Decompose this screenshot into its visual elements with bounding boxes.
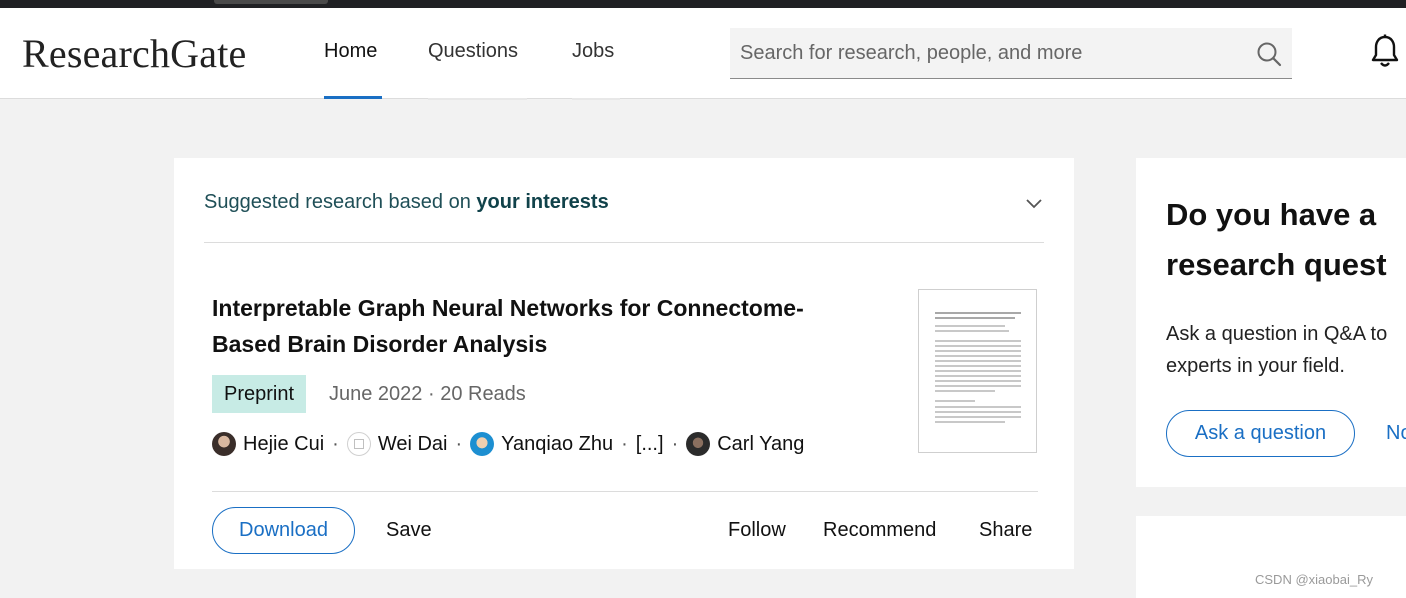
- save-button[interactable]: Save: [386, 519, 432, 542]
- download-button[interactable]: Download: [212, 507, 355, 554]
- description-line: experts in your field.: [1166, 355, 1345, 377]
- author-avatar[interactable]: [212, 432, 236, 456]
- more-authors-button[interactable]: [...]: [636, 433, 664, 456]
- divider: [204, 242, 1044, 243]
- publication-thumbnail[interactable]: [918, 289, 1037, 453]
- heading-line: research quest: [1166, 247, 1387, 282]
- author-name[interactable]: Hejie Cui: [243, 433, 324, 456]
- thumbnail-line: [935, 317, 1015, 319]
- nav-questions[interactable]: Questions: [428, 40, 518, 63]
- thumbnail-line: [935, 380, 1021, 382]
- author-avatar[interactable]: [470, 432, 495, 456]
- author-name[interactable]: Yanqiao Zhu: [501, 433, 613, 456]
- thumbnail-line: [935, 406, 1021, 408]
- thumbnail-line: [935, 385, 1021, 387]
- chevron-down-icon[interactable]: [1026, 196, 1042, 214]
- thumbnail-line: [935, 416, 1021, 418]
- suggest-prefix: Suggested research based on: [204, 191, 477, 213]
- search-icon[interactable]: [1256, 41, 1282, 72]
- thumbnail-line: [935, 411, 1021, 413]
- author-avatar[interactable]: [686, 432, 711, 456]
- preprint-badge: Preprint: [212, 375, 307, 413]
- author-name[interactable]: Wei Dai: [378, 433, 448, 456]
- browser-tab[interactable]: [214, 0, 328, 4]
- thumbnail-line: [935, 330, 1009, 332]
- thumbnail-line: [935, 325, 1005, 327]
- ask-question-button[interactable]: Ask a question: [1166, 410, 1355, 457]
- thumbnail-line: [935, 355, 1021, 357]
- ask-question-description: Ask a question in Q&A to experts in your…: [1166, 318, 1406, 382]
- top-navbar: ResearchGate Home Questions Jobs: [0, 8, 1406, 100]
- logo[interactable]: ResearchGate: [22, 30, 247, 77]
- author-separator: ·: [621, 432, 628, 455]
- thumbnail-line: [935, 345, 1021, 347]
- thumbnail-line: [935, 365, 1021, 367]
- author-separator: ·: [671, 432, 679, 455]
- heading-line: Do you have a: [1166, 197, 1377, 232]
- active-nav-indicator: [324, 96, 382, 99]
- suggested-research-header: Suggested research based on your interes…: [204, 191, 609, 214]
- share-button[interactable]: Share: [979, 519, 1032, 542]
- author-separator: ·: [332, 432, 339, 455]
- author-avatar-placeholder[interactable]: [346, 432, 371, 456]
- thumbnail-line: [935, 370, 1021, 372]
- thumbnail-line: [935, 360, 1021, 362]
- suggested-research-card: Suggested research based on your interes…: [174, 158, 1074, 569]
- thumbnail-line: [935, 340, 1021, 342]
- nav-jobs[interactable]: Jobs: [572, 40, 614, 63]
- your-interests-link[interactable]: your interests: [476, 191, 608, 213]
- thumbnail-line: [935, 390, 995, 392]
- thumbnail-line: [935, 421, 1005, 423]
- nav-hover-trace: [428, 98, 527, 100]
- publication-title[interactable]: Interpretable Graph Neural Networks for …: [212, 290, 872, 362]
- search-input[interactable]: [740, 28, 1240, 79]
- nav-home[interactable]: Home: [324, 40, 377, 63]
- author-name[interactable]: Carl Yang: [717, 433, 804, 456]
- notifications-bell-icon[interactable]: [1370, 34, 1400, 75]
- ask-question-heading: Do you have a research quest: [1166, 190, 1406, 290]
- recommend-button[interactable]: Recommend: [823, 519, 936, 542]
- ask-question-card: Do you have a research quest Ask a quest…: [1136, 158, 1406, 487]
- secondary-link[interactable]: No: [1386, 422, 1406, 445]
- thumbnail-line: [935, 350, 1021, 352]
- watermark: CSDN @xiaobai_Ry: [1255, 572, 1373, 587]
- nav-hover-trace: [572, 98, 620, 100]
- search-bar[interactable]: [730, 28, 1292, 79]
- browser-top-strip: [0, 0, 1406, 8]
- description-line: Ask a question in Q&A to: [1166, 323, 1388, 345]
- publication-meta: June 2022 · 20 Reads: [329, 383, 526, 405]
- author-list: Hejie Cui · Wei Dai · Yanqiao Zhu · [...…: [212, 430, 804, 458]
- author-separator: ·: [455, 432, 463, 455]
- thumbnail-line: [935, 400, 975, 402]
- thumbnail-line: [935, 375, 1021, 377]
- thumbnail-line: [935, 312, 1021, 314]
- divider: [212, 491, 1038, 492]
- follow-button[interactable]: Follow: [728, 519, 786, 542]
